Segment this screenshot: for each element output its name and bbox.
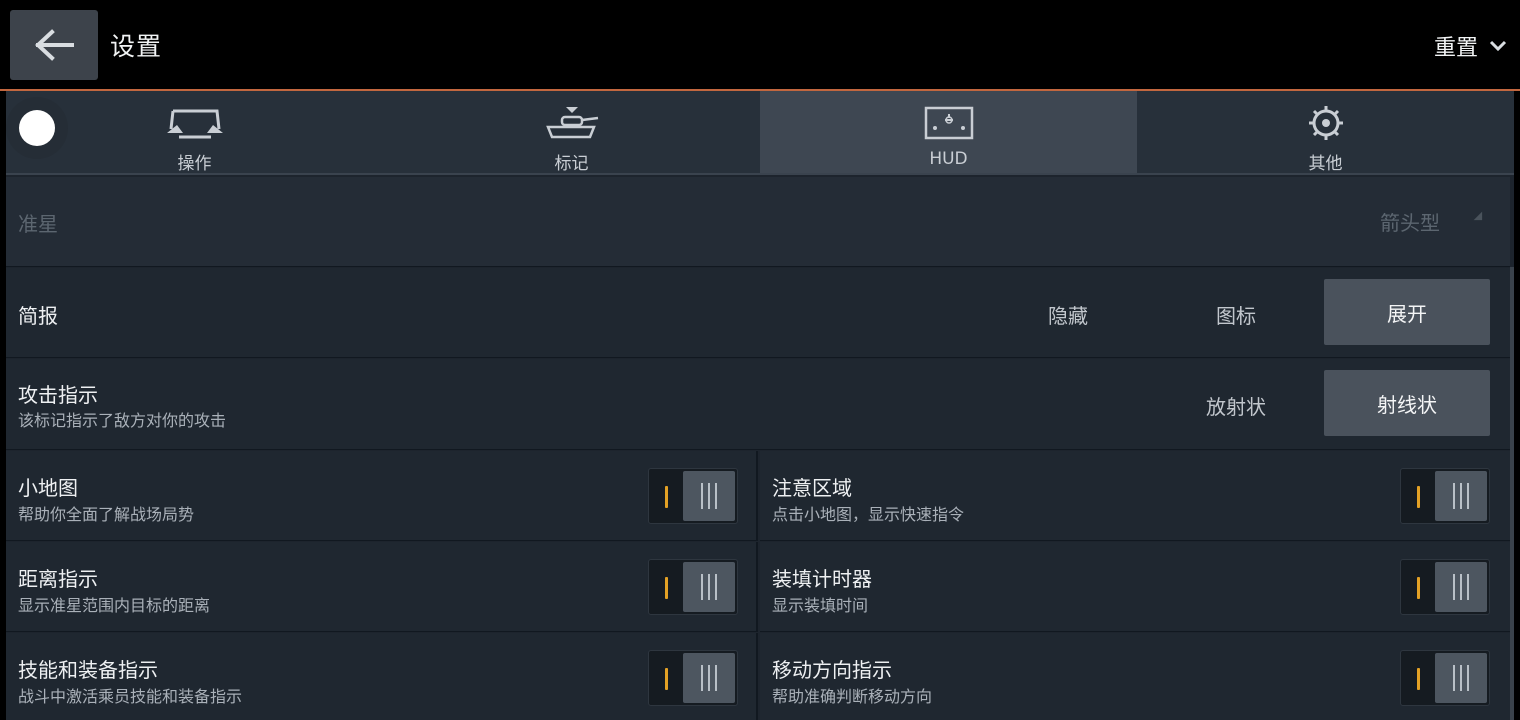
toggle-row-move-direction: 移动方向指示 帮助准确判断移动方向 <box>760 633 1510 720</box>
toggle-knob <box>683 562 735 612</box>
distance-subtitle: 显示准星范围内目标的距离 <box>18 596 211 615</box>
attention-area-title: 注意区域 <box>772 476 852 500</box>
attack-option-radial[interactable]: 放射状 <box>1206 391 1266 420</box>
toggle-row-skills: 技能和装备指示 战斗中激活乘员技能和装备指示 <box>6 633 758 720</box>
tab-hud[interactable]: HUD <box>760 91 1137 173</box>
skills-subtitle: 战斗中激活乘员技能和装备指示 <box>18 687 243 706</box>
tab-markers-label: 标记 <box>554 154 589 174</box>
top-bar: 设置 重置 <box>0 0 1520 89</box>
chevron-down-icon <box>1489 40 1507 52</box>
minimap-toggle[interactable] <box>648 468 738 524</box>
briefing-option-icon[interactable]: 图标 <box>1216 300 1256 329</box>
move-direction-title: 移动方向指示 <box>772 658 892 682</box>
toggle-row-reload-timer: 装填计时器 显示装填时间 <box>760 542 1510 632</box>
skills-title: 技能和装备指示 <box>18 658 158 682</box>
hud-screen-icon <box>924 106 973 140</box>
briefing-option-expand[interactable]: 展开 <box>1324 279 1490 345</box>
scrollbar[interactable] <box>1510 267 1514 720</box>
page-title: 设置 <box>110 32 163 61</box>
attention-area-toggle[interactable] <box>1400 468 1490 524</box>
toggle-row-minimap: 小地图 帮助你全面了解战场局势 <box>6 451 758 541</box>
reset-dropdown[interactable]: 重置 <box>1434 30 1508 62</box>
move-direction-subtitle: 帮助准确判断移动方向 <box>772 687 933 706</box>
tab-other[interactable]: 其他 <box>1137 91 1514 174</box>
arrow-left-icon <box>35 29 74 61</box>
attack-option-ray[interactable]: 射线状 <box>1324 370 1490 436</box>
minimap-subtitle: 帮助你全面了解战场局势 <box>18 505 195 524</box>
attack-indicator-title: 攻击指示 <box>18 383 98 407</box>
move-direction-toggle[interactable] <box>1400 650 1490 706</box>
tab-bar: 操作 标记 HUD 其他 <box>6 91 1514 175</box>
distance-title: 距离指示 <box>18 567 98 591</box>
settings-panel: 操作 标记 HUD 其他 准星 箭头型 简报 隐藏 图标 展开 攻击指示 该标记… <box>6 91 1514 720</box>
crosshair-row: 准星 箭头型 <box>6 177 1510 267</box>
floating-assist-button[interactable] <box>6 97 68 159</box>
reload-timer-subtitle: 显示装填时间 <box>772 596 869 615</box>
minimap-title: 小地图 <box>18 476 78 500</box>
tab-markers[interactable]: 标记 <box>383 91 760 174</box>
toggle-row-attention-area: 注意区域 点击小地图，显示快速指令 <box>760 451 1510 541</box>
briefing-row: 简报 隐藏 图标 展开 <box>6 268 1510 358</box>
toggle-row-distance: 距离指示 显示准星范围内目标的距离 <box>6 542 758 632</box>
briefing-title: 简报 <box>18 304 58 328</box>
briefing-option-hide[interactable]: 隐藏 <box>1048 300 1088 329</box>
tab-controls-label: 操作 <box>177 154 212 174</box>
tank-marker-icon <box>545 107 598 139</box>
attack-indicator-subtitle: 该标记指示了敌方对你的攻击 <box>18 411 227 430</box>
reload-timer-title: 装填计时器 <box>772 567 872 591</box>
attack-indicator-row: 攻击指示 该标记指示了敌方对你的攻击 放射状 射线状 <box>6 359 1510 450</box>
toggle-knob <box>1435 471 1487 521</box>
back-button[interactable] <box>10 10 98 80</box>
reload-timer-toggle[interactable] <box>1400 559 1490 615</box>
gear-icon <box>1308 106 1343 140</box>
toggle-knob <box>683 653 735 703</box>
attention-area-subtitle: 点击小地图，显示快速指令 <box>772 505 965 524</box>
controls-icon <box>166 109 223 139</box>
tab-hud-label: HUD <box>929 149 968 169</box>
skills-toggle[interactable] <box>648 650 738 706</box>
crosshair-title: 准星 <box>18 212 58 236</box>
reset-label: 重置 <box>1433 36 1478 61</box>
tab-other-label: 其他 <box>1308 154 1343 174</box>
distance-toggle[interactable] <box>648 559 738 615</box>
toggle-knob <box>1435 562 1487 612</box>
crosshair-value: 箭头型 <box>1380 211 1440 235</box>
crosshair-caret-icon <box>1473 211 1487 225</box>
toggle-knob <box>1435 653 1487 703</box>
toggle-knob <box>683 471 735 521</box>
